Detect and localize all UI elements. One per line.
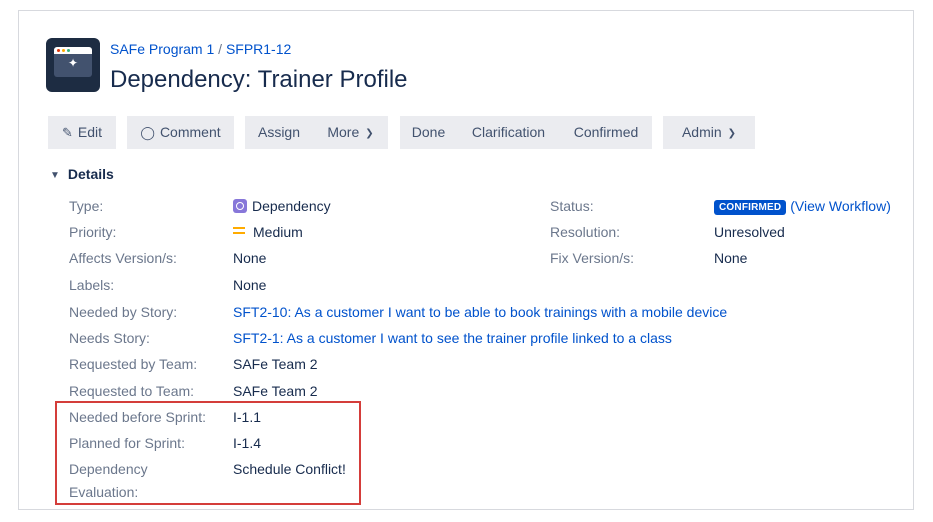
priority-medium-icon <box>233 227 245 235</box>
requested-by-team-label: Requested by Team: <box>69 356 198 372</box>
labels-value: None <box>233 277 267 293</box>
done-button-label: Done <box>411 124 446 140</box>
breadcrumb-separator: / <box>218 41 223 57</box>
needs-story-label: Needs Story: <box>69 330 150 346</box>
status-label: Status: <box>550 198 594 214</box>
assign-button-label: Assign <box>257 124 301 140</box>
admin-button-label: Admin <box>681 124 722 140</box>
priority-label: Priority: <box>69 224 117 240</box>
type-value: Dependency <box>233 198 331 214</box>
details-section-label: Details <box>67 166 114 182</box>
clarification-button[interactable]: Clarification <box>457 116 560 149</box>
requested-to-team-label: Requested to Team: <box>69 383 195 399</box>
comment-button[interactable]: ◯ Comment <box>127 116 234 149</box>
issue-title[interactable]: Dependency: Trainer Profile <box>110 66 408 94</box>
labels-label: Labels: <box>69 277 115 293</box>
clarification-button-label: Clarification <box>471 124 546 140</box>
project-avatar-icon[interactable]: ✦ <box>46 38 100 92</box>
fix-version-value: None <box>714 250 748 266</box>
type-label: Type: <box>69 198 104 214</box>
comment-icon: ◯ <box>140 125 155 140</box>
done-button[interactable]: Done <box>400 116 457 149</box>
priority-value-text: Medium <box>253 224 303 240</box>
assign-button[interactable]: Assign <box>245 116 313 149</box>
view-workflow-link[interactable]: (View Workflow) <box>790 198 891 214</box>
sprint-fields-highlight <box>55 401 361 505</box>
needed-by-story-label: Needed by Story: <box>69 304 178 320</box>
requested-by-team-value: SAFe Team 2 <box>233 356 318 372</box>
window-graphic: ✦ <box>54 47 92 77</box>
chevron-down-icon: ❯ <box>365 128 374 139</box>
affects-version-label: Affects Version/s: <box>69 250 177 266</box>
more-button-label: More <box>327 124 360 140</box>
breadcrumb-project-link[interactable]: SAFe Program 1 <box>110 41 214 57</box>
dependency-type-icon <box>233 199 247 213</box>
details-section-toggle[interactable]: ▼ Details <box>50 166 114 182</box>
type-value-text: Dependency <box>252 198 331 214</box>
edit-button-label: Edit <box>77 124 103 140</box>
affects-version-value: None <box>233 250 267 266</box>
breadcrumb-issue-key-link[interactable]: SFPR1-12 <box>226 41 291 57</box>
priority-value: Medium <box>233 224 303 240</box>
breadcrumb: SAFe Program 1 / SFPR1-12 <box>110 41 291 57</box>
comment-button-label: Comment <box>159 124 221 140</box>
more-button[interactable]: More ❯ <box>313 116 388 149</box>
caret-down-icon: ▼ <box>50 170 60 181</box>
edit-button[interactable]: ✎ Edit <box>48 116 116 149</box>
resolution-label: Resolution: <box>550 224 621 240</box>
pencil-icon: ✎ <box>61 125 73 140</box>
needs-story-link[interactable]: SFT2-1: As a customer I want to see the … <box>233 330 672 346</box>
status-badge[interactable]: CONFIRMED <box>714 200 787 215</box>
confirmed-button-label: Confirmed <box>573 124 639 140</box>
fix-version-label: Fix Version/s: <box>550 250 635 266</box>
chevron-down-icon: ❯ <box>727 128 737 139</box>
status-value: CONFIRMED (View Workflow) <box>714 198 891 215</box>
resolution-value: Unresolved <box>714 224 785 240</box>
requested-to-team-value: SAFe Team 2 <box>233 383 318 399</box>
admin-button[interactable]: Admin ❯ <box>663 116 755 149</box>
confirmed-button[interactable]: Confirmed <box>560 116 652 149</box>
needed-by-story-link[interactable]: SFT2-10: As a customer I want to be able… <box>233 304 727 320</box>
